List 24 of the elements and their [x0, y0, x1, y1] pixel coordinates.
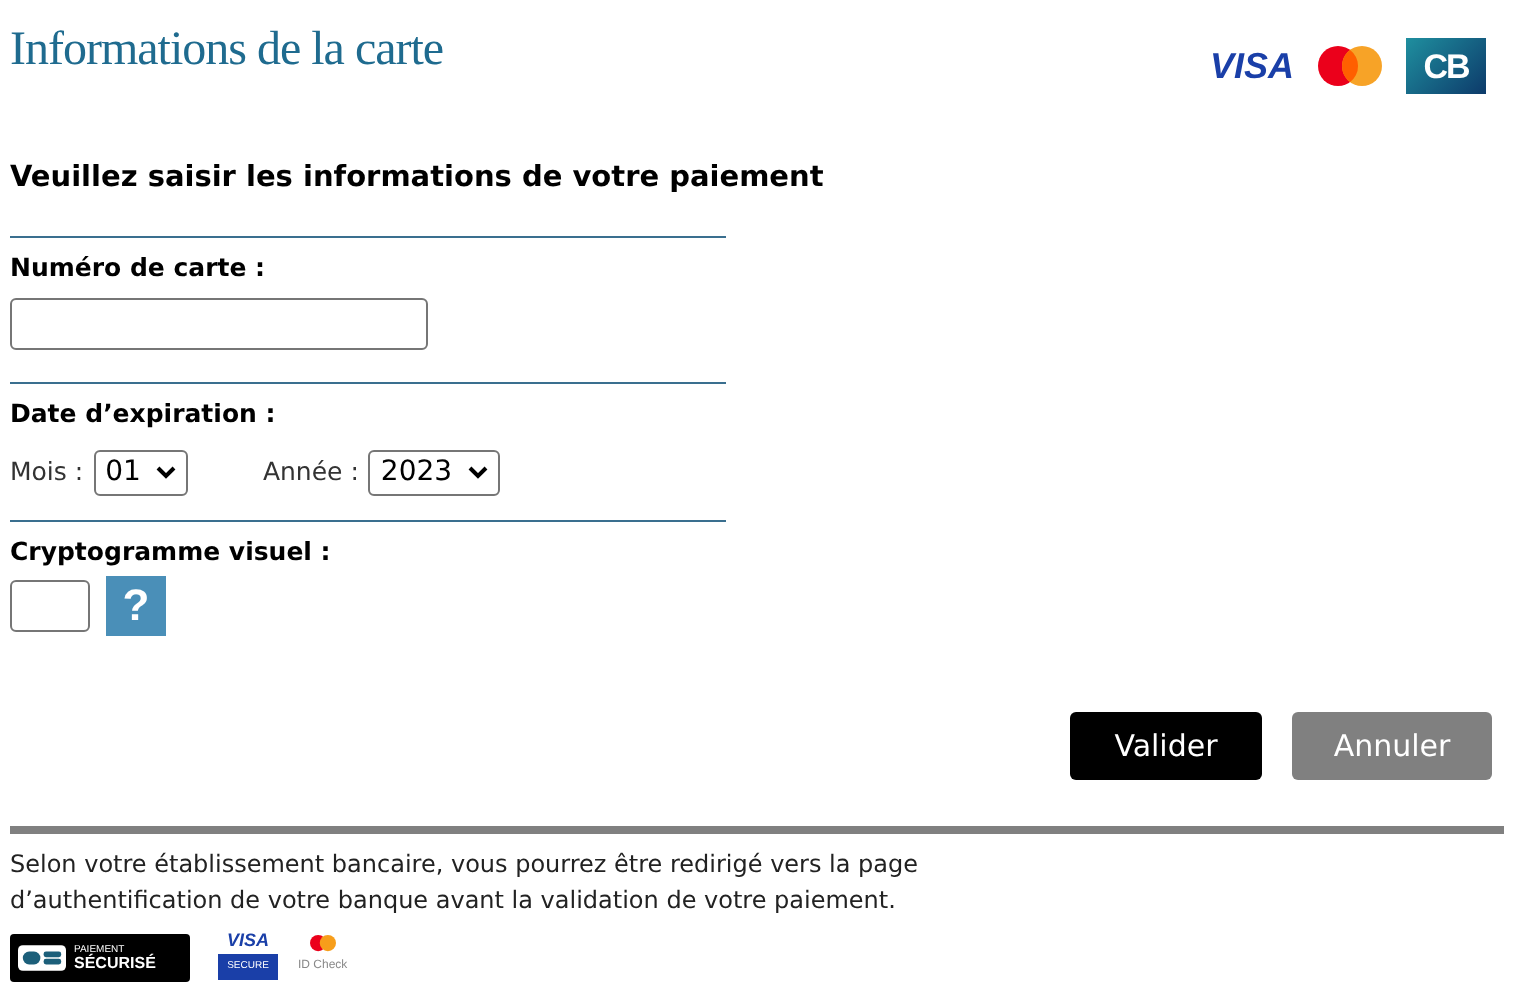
- visa-mark: VISA: [226, 930, 269, 952]
- field-label: Date d’expiration :: [10, 396, 278, 430]
- month-label: Mois :: [10, 454, 84, 491]
- dropdown[interactable]: 2023: [368, 450, 501, 496]
- mastercard-logo-icon: [1318, 46, 1382, 86]
- redirect-notice: Selon votre établissement bancaire, vous pourrez être redirigé vers la page d’authentification de votre banque avant la validation de votre paiement.: [10, 848, 921, 918]
- help-button[interactable]: ?: [106, 576, 166, 636]
- field-label: Cryptogramme visuel :: [10, 534, 333, 568]
- chevron-down-icon: [468, 466, 489, 480]
- year-label: Année :: [262, 454, 359, 491]
- submit-button[interactable]: Valider: [1070, 712, 1262, 780]
- chevron-down-icon: [156, 466, 177, 480]
- field-label: Numéro de carte :: [10, 250, 268, 284]
- dropdown[interactable]: 01: [93, 450, 189, 496]
- cb-logo: CB: [1406, 38, 1486, 94]
- badge-title: SÉCURISÉ: [74, 955, 156, 971]
- mastercard-logo-icon: [309, 934, 336, 952]
- cb-logo-icon: [18, 944, 66, 972]
- visa-logo: VISA: [1209, 48, 1294, 84]
- form-heading: Veuillez saisir les informations de votre paiement: [10, 160, 826, 198]
- card-number-field[interactable]: [10, 298, 428, 350]
- page-title: Informations de la carte: [10, 22, 444, 80]
- cancel-button[interactable]: Annuler: [1292, 712, 1492, 780]
- cvv-field[interactable]: [10, 580, 90, 632]
